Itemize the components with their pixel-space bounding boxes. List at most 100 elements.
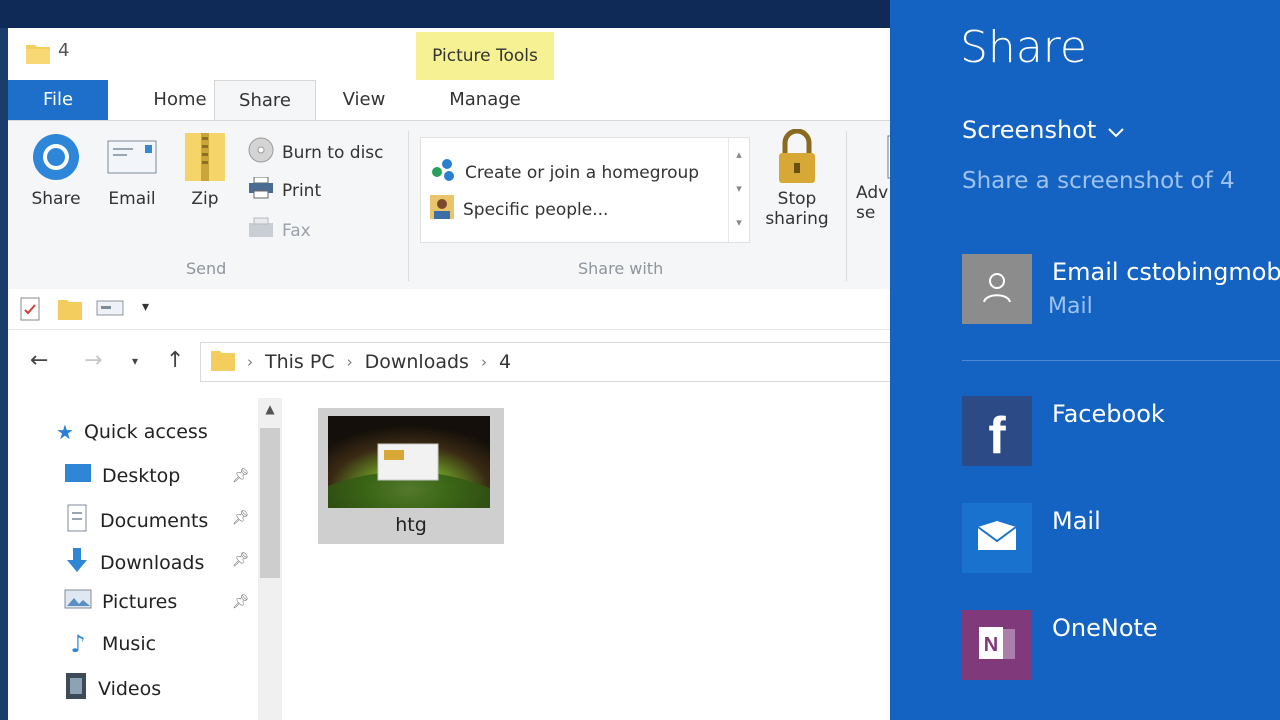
facebook-tile[interactable]: f: [962, 396, 1032, 466]
new-folder-icon[interactable]: [58, 297, 82, 325]
gallery-up-icon[interactable]: ▴: [729, 138, 749, 172]
people-icon: [429, 194, 455, 225]
breadcrumb-downloads[interactable]: Downloads: [365, 351, 469, 373]
gallery-scrollbar[interactable]: ▴ ▾ ▾: [728, 138, 749, 242]
pictures-icon: [64, 588, 92, 615]
navigation-pane: ★ Quick access Desktop 📌︎ Documents 📌︎ D…: [8, 398, 258, 720]
nav-item-pictures[interactable]: Pictures: [64, 588, 177, 615]
nav-item-label: Desktop: [102, 464, 181, 487]
stop-sharing-button[interactable]: Stop sharing: [754, 129, 840, 229]
properties-icon[interactable]: [20, 297, 42, 325]
pin-icon[interactable]: 📌︎: [232, 468, 250, 484]
facebook-icon: f: [988, 407, 1006, 465]
ribbon-divider: [846, 131, 847, 281]
mail-label[interactable]: Mail: [1052, 507, 1101, 535]
forward-icon[interactable]: →: [84, 348, 102, 373]
send-group-label: Send: [186, 259, 227, 278]
music-icon: ♪: [70, 630, 86, 658]
up-icon[interactable]: ↑: [166, 348, 184, 373]
address-bar[interactable]: › This PC › Downloads › 4: [200, 342, 890, 382]
breadcrumb-separator-icon: ›: [247, 353, 253, 371]
videos-icon: [64, 672, 88, 705]
onenote-tile[interactable]: N: [962, 610, 1032, 680]
share-icon: [30, 131, 82, 183]
nav-item-music[interactable]: ♪ Music: [64, 630, 156, 658]
nav-item-downloads[interactable]: Downloads: [64, 546, 204, 579]
quick-access-toolbar: ▾: [8, 289, 890, 330]
printer-icon: [248, 176, 274, 204]
file-explorer-window: 4 Picture Tools File Home Share View Man…: [8, 28, 890, 720]
scroll-up-icon[interactable]: ▲: [258, 402, 282, 416]
desktop-icon: [64, 462, 92, 489]
burn-to-disc-label: Burn to disc: [282, 142, 384, 163]
nav-item-label: Music: [102, 633, 157, 655]
file-item[interactable]: htg: [318, 408, 504, 544]
print-button[interactable]: Print: [248, 176, 321, 204]
share-button[interactable]: Share: [22, 131, 90, 209]
navigation-bar: ← → ▾ ↑ › This PC › Downloads › 4: [8, 330, 890, 390]
zip-icon: [179, 131, 231, 183]
tab-manage[interactable]: Manage: [416, 80, 554, 120]
share-with-gallery: Create or join a homegroup Specific peop…: [420, 137, 750, 243]
back-icon[interactable]: ←: [30, 348, 48, 373]
homegroup-label: Create or join a homegroup: [465, 162, 700, 183]
fax-label: Fax: [282, 220, 311, 241]
share-with-group-label: Share with: [578, 259, 664, 278]
burn-to-disc-button[interactable]: Burn to disc: [248, 137, 384, 168]
breadcrumb-this-pc[interactable]: This PC: [265, 351, 335, 373]
stop-sharing-label-2: sharing: [765, 209, 829, 229]
share-type-label: Screenshot: [962, 116, 1097, 144]
nav-item-quick-access[interactable]: ★ Quick access: [56, 420, 208, 444]
gallery-down-icon[interactable]: ▾: [729, 172, 749, 206]
folder-icon: [26, 42, 50, 64]
nav-item-label: Documents: [100, 509, 209, 532]
navigation-pane-scrollbar[interactable]: ▲: [258, 398, 282, 720]
mail-tile[interactable]: [962, 503, 1032, 573]
rename-icon[interactable]: [96, 297, 124, 323]
advanced-security-label-2: se: [856, 203, 876, 223]
email-button[interactable]: Email: [100, 131, 164, 209]
stop-sharing-label-1: Stop: [777, 189, 817, 209]
share-pane: Share Screenshot Share a screenshot of 4…: [890, 0, 1280, 720]
zip-button[interactable]: Zip: [178, 131, 232, 209]
tab-share[interactable]: Share: [214, 80, 316, 122]
zip-button-label: Zip: [191, 189, 219, 209]
person-icon: [980, 270, 1014, 308]
email-button-label: Email: [108, 189, 156, 209]
share-type-dropdown[interactable]: Screenshot: [962, 116, 1125, 144]
recent-locations-icon[interactable]: ▾: [132, 354, 138, 368]
specific-people-label: Specific people...: [463, 199, 609, 220]
nav-item-desktop[interactable]: Desktop: [64, 462, 180, 489]
facebook-label[interactable]: Facebook: [1052, 400, 1165, 428]
recent-contact-tile[interactable]: [962, 254, 1032, 324]
tab-view[interactable]: View: [326, 80, 402, 120]
nav-item-videos[interactable]: Videos: [64, 672, 161, 705]
lock-icon: [771, 129, 823, 183]
pin-icon[interactable]: 📌︎: [232, 552, 250, 568]
file-name: htg: [395, 514, 427, 536]
ribbon-tabs: File Home Share View Manage: [8, 80, 890, 122]
breadcrumb-current[interactable]: 4: [499, 351, 511, 373]
nav-item-documents[interactable]: Documents: [64, 504, 208, 537]
recent-contact-label[interactable]: Email cstobingmobil: [1052, 258, 1280, 286]
advanced-security-button[interactable]: Adv se: [856, 131, 890, 223]
gallery-more-icon[interactable]: ▾: [729, 206, 749, 240]
pin-icon[interactable]: 📌︎: [232, 510, 250, 526]
share-pane-divider: [962, 360, 1280, 361]
scrollbar-thumb[interactable]: [260, 428, 280, 578]
disc-icon: [248, 137, 274, 168]
customize-toolbar-icon[interactable]: ▾: [142, 299, 149, 315]
nav-item-label: Quick access: [83, 421, 208, 443]
specific-people-button[interactable]: Specific people...: [429, 194, 608, 225]
breadcrumb-separator-icon: ›: [346, 353, 353, 371]
file-thumbnail: [328, 416, 490, 508]
homegroup-button[interactable]: Create or join a homegroup: [429, 158, 699, 187]
fax-button[interactable]: Fax: [248, 217, 311, 244]
title-bar: 4 Picture Tools: [8, 28, 890, 80]
share-pane-title: Share: [960, 22, 1087, 73]
onenote-label[interactable]: OneNote: [1052, 614, 1158, 642]
pin-icon[interactable]: 📌︎: [232, 594, 250, 610]
fax-icon: [248, 217, 274, 244]
download-icon: [64, 546, 90, 579]
tab-file[interactable]: File: [8, 80, 108, 120]
